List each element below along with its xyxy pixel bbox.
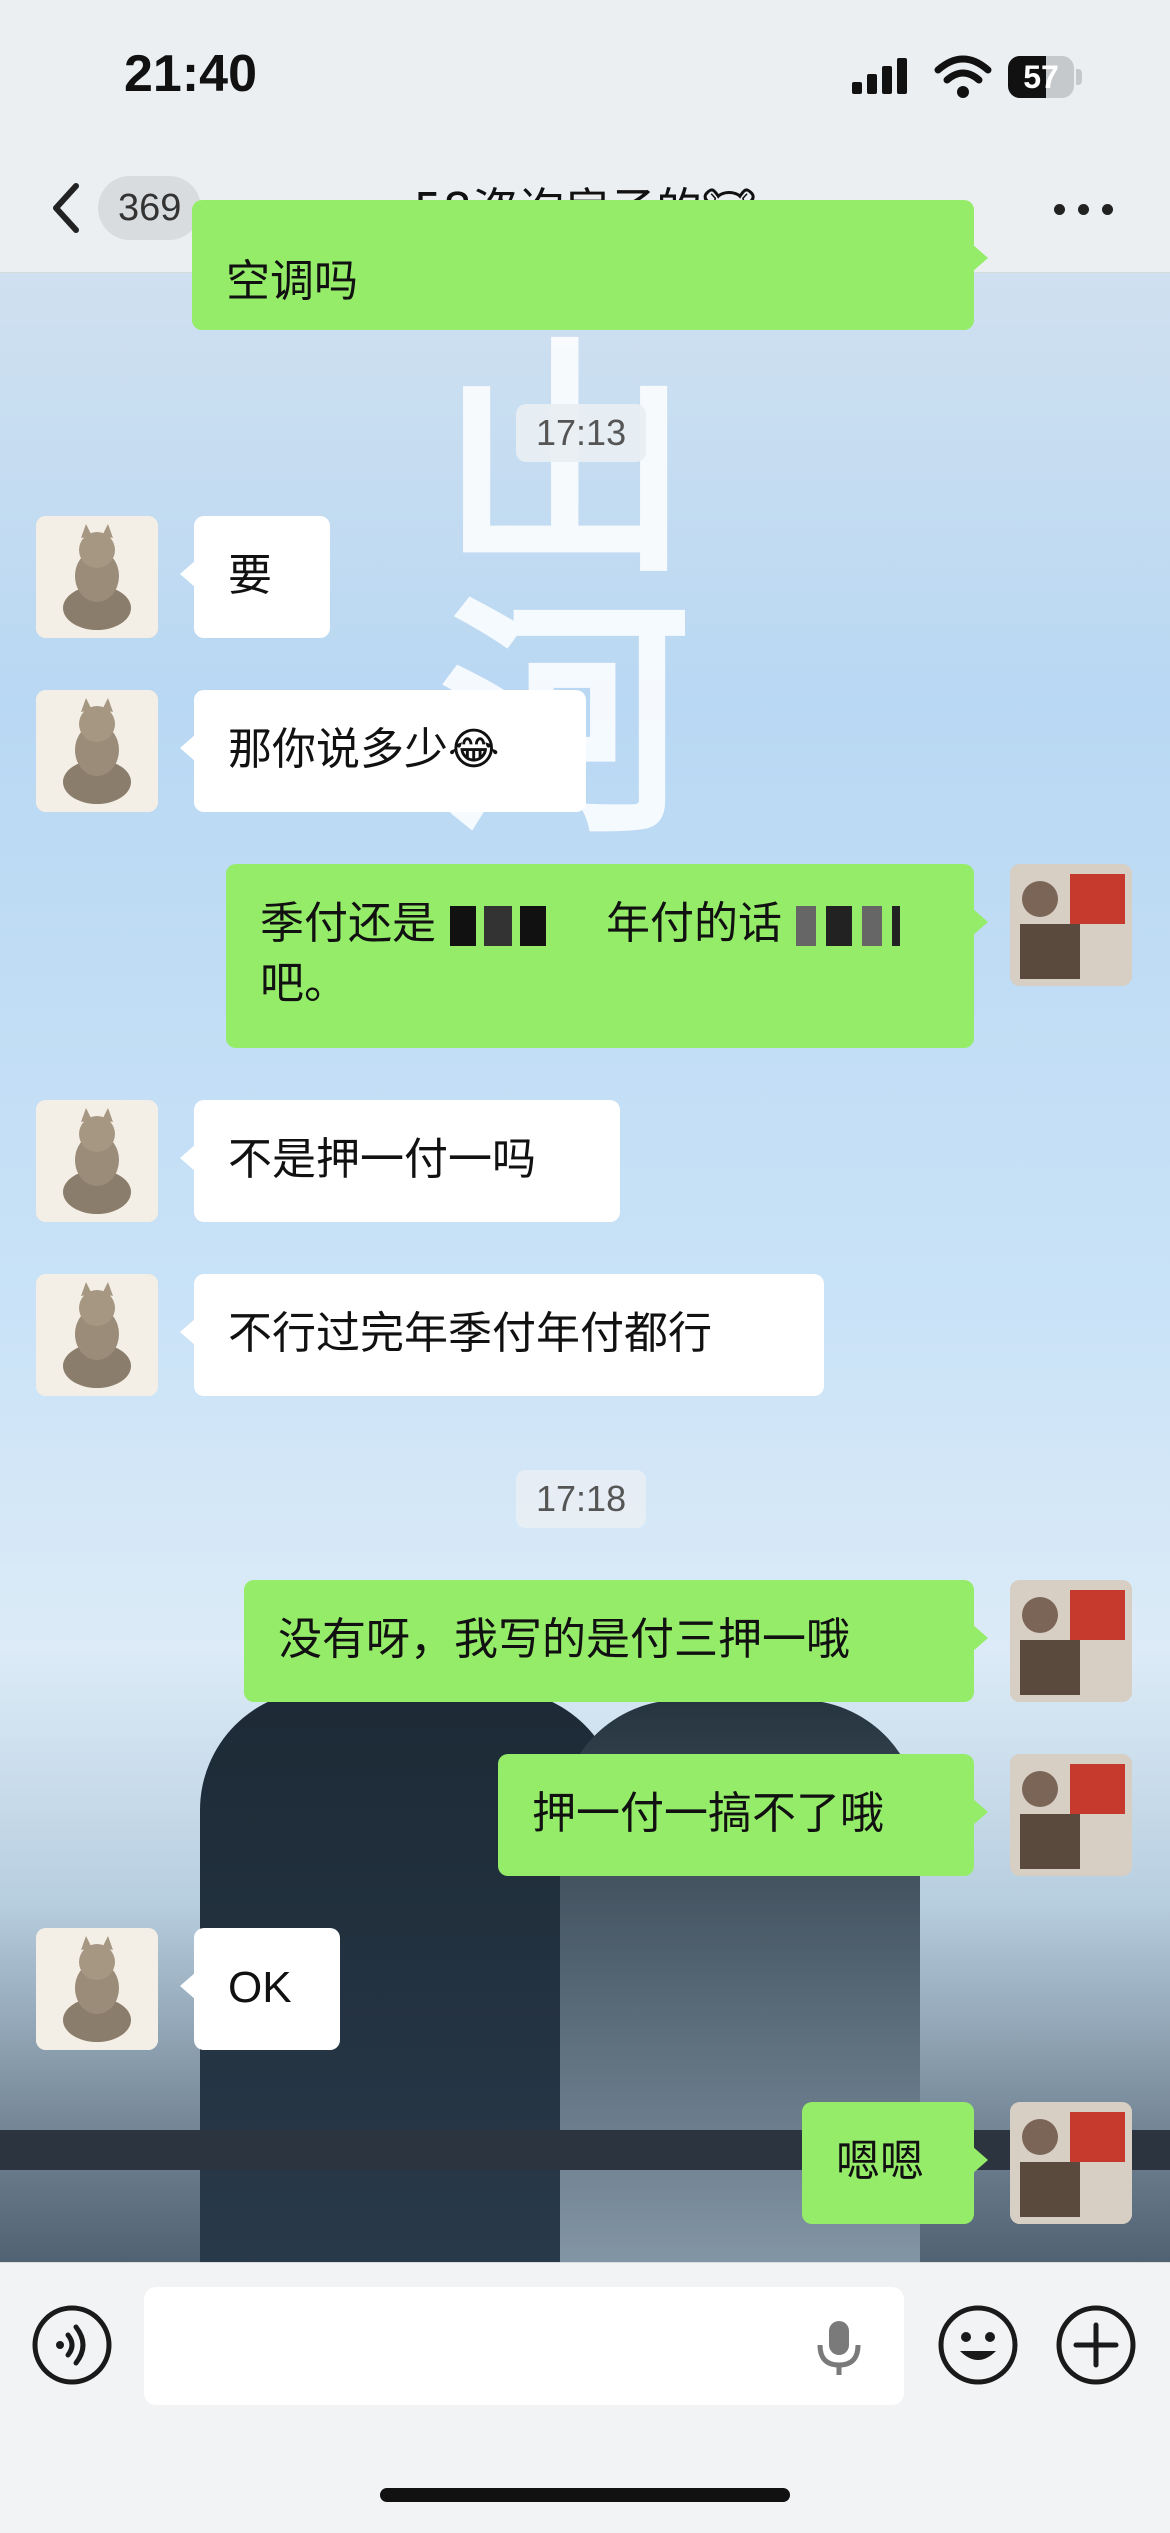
- message-text: 空调吗: [226, 256, 358, 307]
- message-text: 押一付一搞不了哦: [532, 1788, 884, 1839]
- wifi-icon: [934, 55, 992, 98]
- message-text: 不行过完年季付年付都行: [228, 1308, 712, 1359]
- unread-count-badge[interactable]: 369: [98, 176, 202, 240]
- photo-avatar-icon: [1010, 864, 1132, 986]
- redacted-amount: [796, 906, 900, 946]
- contact-avatar[interactable]: [36, 690, 158, 812]
- chat-background: 山河: [0, 0, 1170, 2532]
- my-avatar[interactable]: [1010, 1754, 1132, 1876]
- photo-avatar-icon: [1010, 1754, 1132, 1876]
- message-text: OK: [228, 1963, 292, 2012]
- message-bubble-outgoing[interactable]: 空调吗: [192, 200, 988, 330]
- cat-avatar-icon: [36, 1274, 158, 1396]
- message-bubble-outgoing[interactable]: 押一付一搞不了哦: [498, 1754, 988, 1876]
- cat-avatar-icon: [36, 690, 158, 812]
- photo-avatar-icon: [1010, 2102, 1132, 2224]
- message-bubble-outgoing[interactable]: 季付还是 年付的话 吧。: [226, 864, 988, 1048]
- status-time: 21:40: [124, 45, 257, 103]
- message-text: 没有呀，我写的是付三押一哦: [278, 1614, 850, 1665]
- home-indicator: [380, 2488, 790, 2502]
- my-avatar[interactable]: [1010, 864, 1132, 986]
- contact-avatar[interactable]: [36, 1100, 158, 1222]
- battery-icon: 57: [1008, 56, 1082, 98]
- cellular-signal-icon: [852, 58, 907, 94]
- redacted-amount: [450, 906, 554, 946]
- my-avatar[interactable]: [1010, 2102, 1132, 2224]
- timestamp: 17:13: [516, 404, 647, 462]
- background-railing: [0, 2130, 1170, 2170]
- contact-avatar[interactable]: [36, 1274, 158, 1396]
- message-bubble-incoming[interactable]: 不是押一付一吗: [180, 1100, 620, 1222]
- timestamp: 17:18: [516, 1470, 647, 1528]
- contact-avatar[interactable]: [36, 1928, 158, 2050]
- message-input[interactable]: [144, 2287, 904, 2405]
- message-text: 嗯嗯: [836, 2136, 924, 2187]
- photo-avatar-icon: [1010, 1580, 1132, 1702]
- message-text: 不是押一付一吗: [228, 1134, 536, 1185]
- contact-avatar[interactable]: [36, 516, 158, 638]
- mic-icon[interactable]: [812, 2317, 866, 2377]
- battery-level: 57: [1023, 59, 1059, 95]
- my-avatar[interactable]: [1010, 1580, 1132, 1702]
- back-chevron-icon[interactable]: [42, 176, 98, 240]
- message-text: 那你说多少😂: [228, 724, 500, 775]
- cat-avatar-icon: [36, 1928, 158, 2050]
- message-bubble-incoming[interactable]: OK: [180, 1928, 340, 2050]
- message-bubble-incoming[interactable]: 要: [180, 516, 330, 638]
- cat-avatar-icon: [36, 1100, 158, 1222]
- cat-avatar-icon: [36, 516, 158, 638]
- message-text: 要: [228, 550, 272, 601]
- message-bubble-incoming[interactable]: 不行过完年季付年付都行: [180, 1274, 824, 1396]
- message-text-part: 季付还是: [260, 898, 436, 949]
- message-bubble-incoming[interactable]: 那你说多少😂: [180, 690, 586, 812]
- voice-icon[interactable]: [30, 2303, 114, 2387]
- plus-icon[interactable]: [1054, 2303, 1138, 2387]
- status-bar: 21:40 57: [0, 0, 1170, 150]
- message-text-part: 年付的话: [606, 898, 782, 949]
- message-bubble-outgoing[interactable]: 嗯嗯: [802, 2102, 988, 2224]
- message-bubble-outgoing[interactable]: 没有呀，我写的是付三押一哦: [244, 1580, 988, 1702]
- more-icon[interactable]: [1054, 198, 1114, 218]
- message-text-part: 吧。: [260, 958, 348, 1009]
- emoji-icon[interactable]: [936, 2303, 1020, 2387]
